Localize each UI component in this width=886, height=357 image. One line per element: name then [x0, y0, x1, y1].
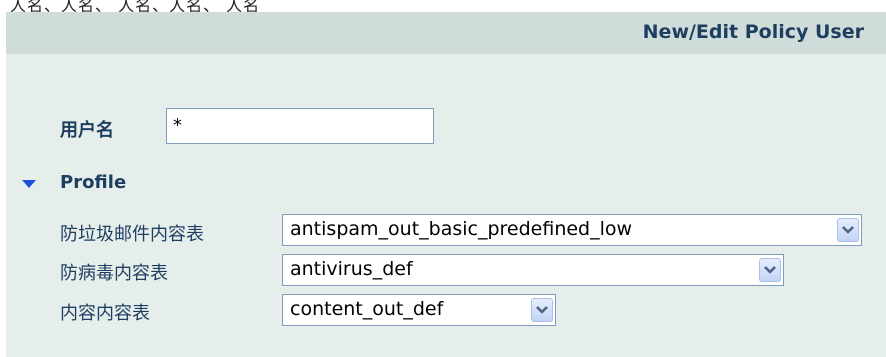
antispam-profile-label: 防垃圾邮件内容表 — [60, 224, 204, 245]
chevron-down-icon[interactable] — [759, 258, 781, 282]
chevron-down-icon[interactable] — [837, 218, 859, 242]
content-profile-label: 内容内容表 — [60, 303, 150, 324]
antispam-profile-select[interactable]: antispam_out_basic_predefined_low — [282, 214, 862, 246]
top-strip: 人名、人名、 人名、人名、 人名 — [0, 0, 886, 12]
antivirus-profile-label: 防病毒内容表 — [60, 263, 168, 284]
antivirus-profile-value: antivirus_def — [290, 258, 413, 280]
antispam-profile-value: antispam_out_basic_predefined_low — [290, 218, 633, 240]
username-label: 用户名 — [60, 120, 114, 141]
antivirus-profile-select[interactable]: antivirus_def — [282, 254, 784, 286]
content-profile-value: content_out_def — [290, 298, 444, 320]
top-caption: 人名、人名、 人名、人名、 人名 — [10, 0, 261, 12]
username-input[interactable]: * — [166, 108, 434, 144]
page-title: New/Edit Policy User — [642, 21, 864, 43]
chevron-down-icon[interactable] — [531, 298, 553, 322]
triangle-down-icon[interactable] — [22, 180, 36, 188]
policy-user-panel: New/Edit Policy User 用户名 * Profile 防垃圾邮件… — [6, 12, 886, 357]
content-profile-select[interactable]: content_out_def — [282, 294, 556, 326]
panel-header: New/Edit Policy User — [6, 12, 886, 54]
profile-section-label[interactable]: Profile — [60, 172, 126, 193]
